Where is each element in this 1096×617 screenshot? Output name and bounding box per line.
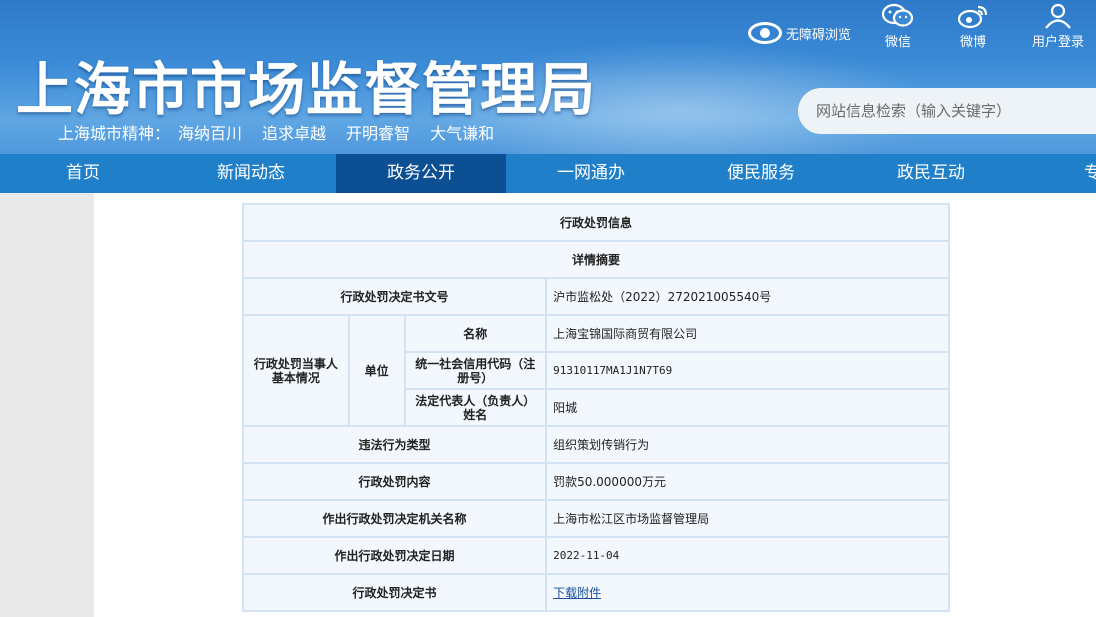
user-login-label: 用户登录 bbox=[1031, 35, 1084, 50]
penalty-label: 行政处罚内容 bbox=[241, 462, 548, 501]
accessibility-link[interactable]: 无障碍浏览 bbox=[748, 22, 851, 44]
city-spirit-slogan: 上海城市精神： 海纳百川 追求卓越 开明睿智 大气谦和 bbox=[58, 120, 508, 144]
decision-date-label: 作出行政处罚决定日期 bbox=[241, 536, 548, 575]
accessibility-label: 无障碍浏览 bbox=[786, 27, 852, 43]
site-header: 上海市市场监督管理局 上海城市精神： 海纳百川 追求卓越 开明睿智 大气谦和 无… bbox=[0, 0, 1096, 154]
table-title: 行政处罚信息 bbox=[242, 203, 950, 242]
authority-label: 作出行政处罚决定机关名称 bbox=[241, 499, 548, 538]
search-input[interactable] bbox=[816, 102, 1076, 120]
user-icon bbox=[1045, 3, 1071, 29]
nav-item-online-services[interactable]: 一网通办 bbox=[506, 154, 676, 193]
table-row: 行政处罚决定书文号 沪市监松处（2022）272021005540号 bbox=[241, 277, 950, 316]
credit-code-value: 91310117MA1J1N7T69 bbox=[545, 351, 950, 390]
site-title[interactable]: 上海市市场监督管理局 bbox=[16, 44, 596, 126]
nav-item-topics[interactable]: 专题 bbox=[1016, 154, 1096, 193]
table-row: 行政处罚决定书 下载附件 bbox=[241, 573, 950, 612]
table-row: 行政处罚信息 bbox=[242, 203, 950, 242]
doc-no-value: 沪市监松处（2022）272021005540号 bbox=[545, 277, 950, 316]
wechat-icon bbox=[881, 3, 914, 27]
weibo-link[interactable]: 微博 bbox=[943, 3, 1003, 50]
weibo-icon bbox=[957, 5, 988, 29]
violation-label: 违法行为类型 bbox=[241, 425, 548, 464]
nav-item-public-services[interactable]: 便民服务 bbox=[676, 154, 846, 193]
nav-item-gov-affairs[interactable]: 政务公开 bbox=[336, 154, 506, 193]
slogan-part: 大气谦和 bbox=[430, 124, 495, 143]
legal-rep-label: 法定代表人（负责人）姓名 bbox=[403, 388, 548, 427]
eye-icon bbox=[748, 22, 782, 44]
party-label: 行政处罚当事人基本情况 bbox=[242, 314, 350, 427]
user-login-link[interactable]: 用户登录 bbox=[1028, 3, 1088, 50]
table-subtitle: 详情摘要 bbox=[242, 240, 950, 279]
decision-date-value: 2022-11-04 bbox=[545, 536, 950, 575]
nav-item-news[interactable]: 新闻动态 bbox=[166, 154, 336, 193]
table-row: 作出行政处罚决定机关名称 上海市松江区市场监督管理局 bbox=[241, 499, 950, 538]
credit-code-label: 统一社会信用代码（注册号） bbox=[403, 351, 548, 390]
table-row: 详情摘要 bbox=[242, 240, 950, 279]
site-search[interactable] bbox=[798, 88, 1096, 134]
table-row: 作出行政处罚决定日期 2022-11-04 bbox=[241, 536, 950, 575]
violation-value: 组织策划传销行为 bbox=[545, 425, 950, 464]
weibo-label: 微博 bbox=[959, 35, 986, 50]
legal-rep-value: 阳城 bbox=[545, 388, 950, 427]
decision-doc-cell: 下载附件 bbox=[545, 573, 950, 612]
slogan-part: 海纳百川 bbox=[178, 124, 243, 143]
wechat-label: 微信 bbox=[884, 35, 911, 50]
page-margin bbox=[0, 193, 94, 617]
slogan-part: 开明睿智 bbox=[346, 124, 411, 143]
name-value: 上海宝锦国际商贸有限公司 bbox=[545, 314, 950, 353]
penalty-value: 罚款50.000000万元 bbox=[545, 462, 950, 501]
nav-item-interaction[interactable]: 政民互动 bbox=[846, 154, 1016, 193]
download-attachment-link[interactable]: 下载附件 bbox=[553, 586, 601, 600]
main-nav: 首页 新闻动态 政务公开 一网通办 便民服务 政民互动 专题 bbox=[0, 154, 1096, 193]
decision-doc-label: 行政处罚决定书 bbox=[241, 573, 548, 612]
table-row: 行政处罚内容 罚款50.000000万元 bbox=[241, 462, 950, 501]
doc-no-label: 行政处罚决定书文号 bbox=[241, 277, 548, 316]
slogan-part: 追求卓越 bbox=[262, 124, 327, 143]
penalty-info-table: 行政处罚信息 详情摘要 行政处罚决定书文号 沪市监松处（2022）2720210… bbox=[241, 203, 950, 612]
authority-value: 上海市松江区市场监督管理局 bbox=[545, 499, 950, 538]
table-row: 行政处罚当事人基本情况 单位 名称 上海宝锦国际商贸有限公司 bbox=[242, 314, 950, 427]
slogan-prefix: 上海城市精神： bbox=[58, 124, 171, 143]
nav-item-home[interactable]: 首页 bbox=[0, 154, 166, 193]
unit-label: 单位 bbox=[347, 314, 406, 427]
wechat-link[interactable]: 微信 bbox=[868, 3, 928, 50]
name-label: 名称 bbox=[403, 314, 548, 353]
table-row: 违法行为类型 组织策划传销行为 bbox=[241, 425, 950, 464]
